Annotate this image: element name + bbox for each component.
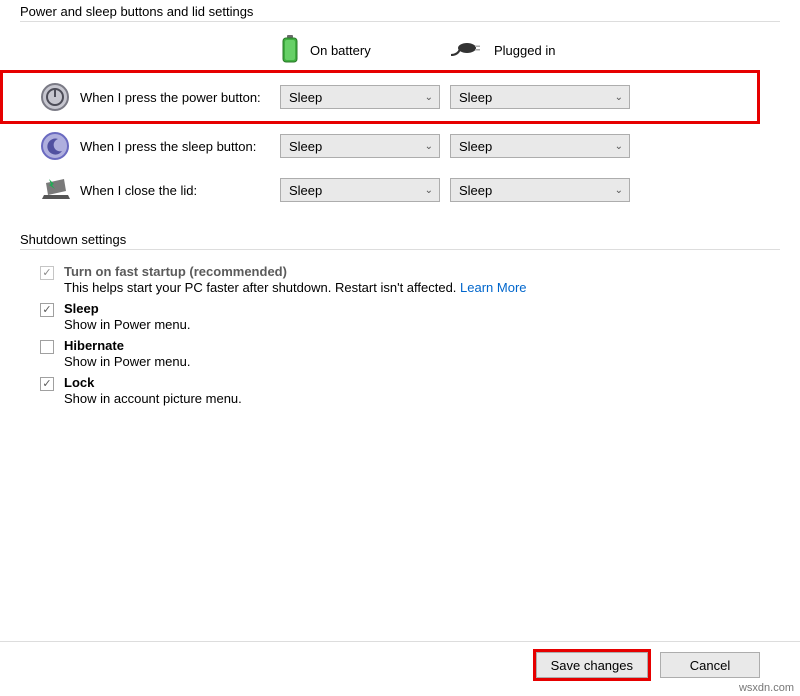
battery-icon [280, 35, 300, 66]
power-button-label: When I press the power button: [80, 90, 280, 105]
lock-desc: Show in account picture menu. [64, 391, 242, 406]
sleep-desc: Show in Power menu. [64, 317, 190, 332]
shutdown-section-title: Shutdown settings [0, 228, 800, 249]
chevron-down-icon: ⌄ [615, 141, 623, 152]
sleep-button-on-battery-value: Sleep [289, 139, 322, 154]
cancel-button[interactable]: Cancel [660, 652, 760, 678]
lock-label: Lock [64, 375, 242, 390]
sleep-button-label: When I press the sleep button: [80, 139, 280, 154]
sleep-option: Sleep Show in Power menu. [0, 295, 800, 332]
save-changes-button[interactable]: Save changes [536, 652, 648, 678]
fast-startup-label: Turn on fast startup (recommended) [64, 264, 527, 279]
plugged-in-header: Plugged in [450, 40, 640, 61]
column-headers: On battery Plugged in [0, 30, 800, 70]
chevron-down-icon: ⌄ [425, 92, 433, 103]
power-button-plugged-in-value: Sleep [459, 90, 492, 105]
chevron-down-icon: ⌄ [615, 185, 623, 196]
close-lid-row: When I close the lid: Sleep ⌄ Sleep ⌄ [0, 168, 800, 212]
sleep-label: Sleep [64, 301, 190, 316]
sleep-button-icon [40, 131, 80, 161]
shutdown-settings-section: Shutdown settings Turn on fast startup (… [0, 228, 800, 406]
footer-bar: Save changes Cancel [0, 641, 800, 678]
sleep-button-plugged-in-value: Sleep [459, 139, 492, 154]
sleep-button-row: When I press the sleep button: Sleep ⌄ S… [0, 124, 800, 168]
divider [20, 21, 780, 22]
hibernate-desc: Show in Power menu. [64, 354, 190, 369]
plugged-in-label: Plugged in [494, 43, 555, 58]
power-button-on-battery-select[interactable]: Sleep ⌄ [280, 85, 440, 109]
chevron-down-icon: ⌄ [425, 185, 433, 196]
plug-icon [450, 40, 484, 61]
lock-option: Lock Show in account picture menu. [0, 369, 800, 406]
hibernate-label: Hibernate [64, 338, 190, 353]
power-button-row-highlight: When I press the power button: Sleep ⌄ S… [0, 70, 760, 124]
close-lid-on-battery-value: Sleep [289, 183, 322, 198]
sleep-button-on-battery-select[interactable]: Sleep ⌄ [280, 134, 440, 158]
fast-startup-desc: This helps start your PC faster after sh… [64, 280, 527, 295]
power-button-plugged-in-select[interactable]: Sleep ⌄ [450, 85, 630, 109]
sleep-button-plugged-in-select[interactable]: Sleep ⌄ [450, 134, 630, 158]
close-lid-plugged-in-select[interactable]: Sleep ⌄ [450, 178, 630, 202]
fast-startup-checkbox[interactable] [40, 266, 54, 280]
power-sleep-lid-section: Power and sleep buttons and lid settings… [0, 0, 800, 222]
power-section-title: Power and sleep buttons and lid settings [0, 0, 800, 21]
chevron-down-icon: ⌄ [425, 141, 433, 152]
on-battery-header: On battery [280, 35, 440, 66]
chevron-down-icon: ⌄ [615, 92, 623, 103]
sleep-checkbox[interactable] [40, 303, 54, 317]
lock-checkbox[interactable] [40, 377, 54, 391]
power-button-on-battery-value: Sleep [289, 90, 322, 105]
close-lid-label: When I close the lid: [80, 183, 280, 198]
hibernate-checkbox[interactable] [40, 340, 54, 354]
on-battery-label: On battery [310, 43, 371, 58]
learn-more-link[interactable]: Learn More [460, 280, 526, 295]
close-lid-plugged-in-value: Sleep [459, 183, 492, 198]
hibernate-option: Hibernate Show in Power menu. [0, 332, 800, 369]
fast-startup-option: Turn on fast startup (recommended) This … [0, 258, 800, 295]
power-button-icon [40, 82, 80, 112]
watermark: wsxdn.com [739, 682, 794, 694]
lid-icon [40, 177, 80, 203]
divider [20, 249, 780, 250]
close-lid-on-battery-select[interactable]: Sleep ⌄ [280, 178, 440, 202]
